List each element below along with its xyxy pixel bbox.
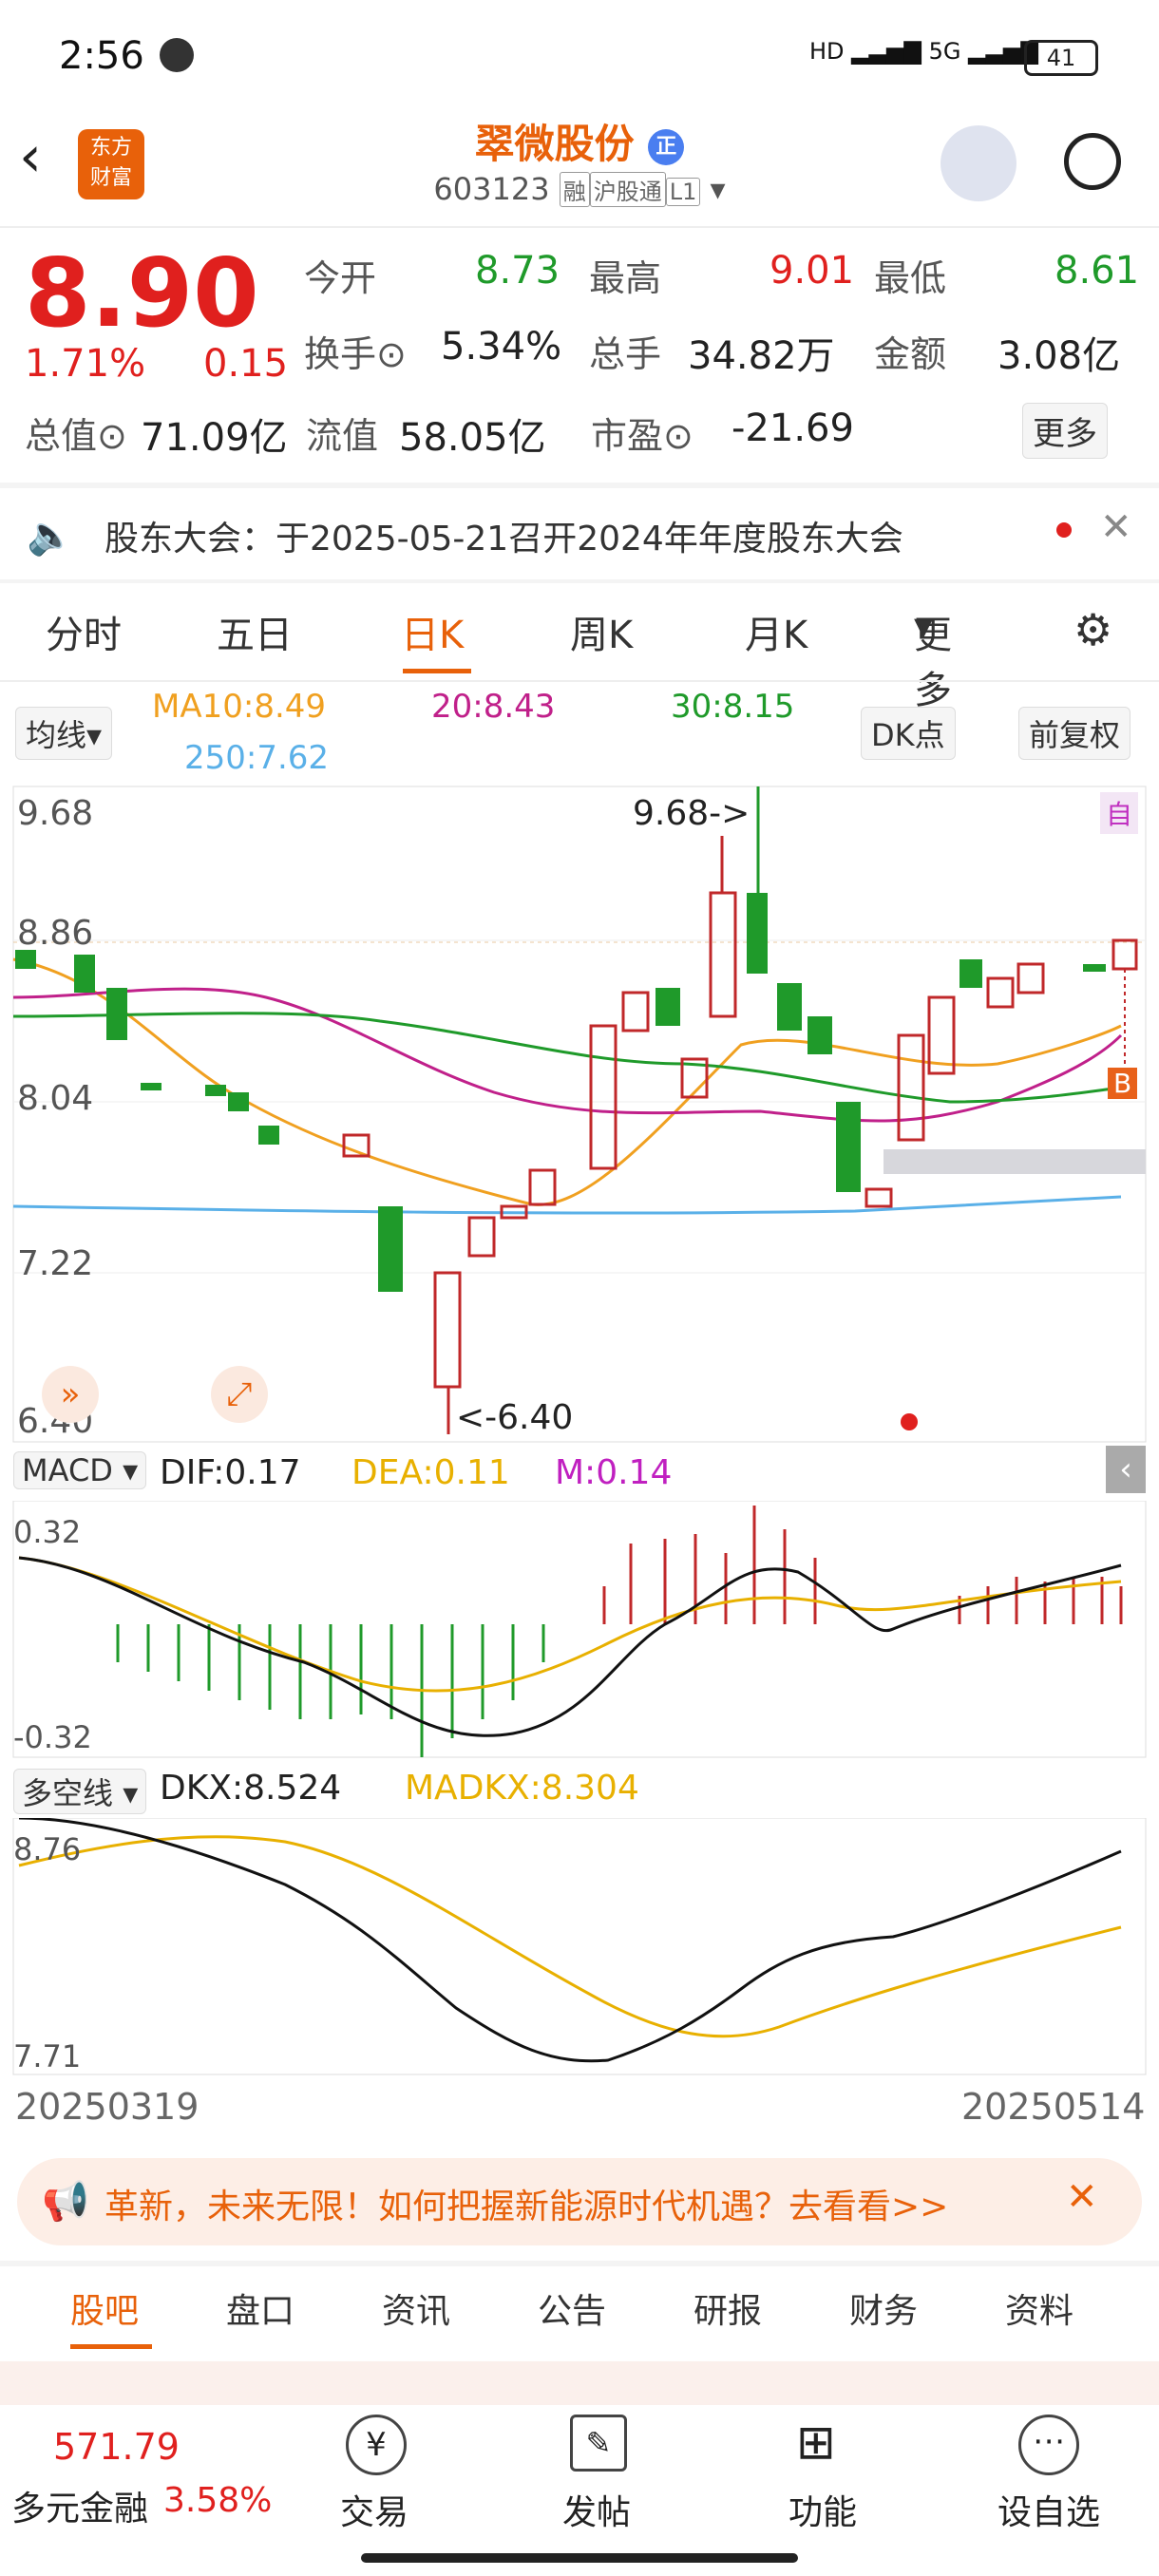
dkx-label: DKX:8.524 [160,1769,342,1808]
tab-gonggao[interactable]: 公告 [538,2283,606,2333]
ad-text: 革新，未来无限！如何把握新能源时代机遇？去看看>> [104,2188,949,2226]
event-dot [901,1413,918,1430]
dkx-chart [12,1818,1147,2075]
robot-avatar[interactable] [940,125,1016,201]
battery-icon: 41 [1024,40,1098,76]
buy-marker: B [1108,1068,1138,1099]
kline-chart[interactable] [0,779,1159,1444]
change-amount: 0.15 [203,342,289,386]
speaker-icon: 🔈 [27,514,74,558]
ma10-label: MA10:8.49 [152,688,327,726]
clock-icon [160,38,194,72]
current-price: 8.90 [25,237,259,349]
search-icon[interactable] [1064,133,1121,190]
tab-ziliao[interactable]: 资料 [1005,2283,1074,2333]
low-annotation: <-6.40 [456,1398,574,1437]
nav-function[interactable]: 功能 [788,2485,857,2534]
tab-pankou[interactable]: 盘口 [226,2283,294,2333]
nav-add-watchlist[interactable]: 设自选 [998,2485,1100,2534]
macd-ymin: -0.32 [13,1719,92,1755]
fuquan-button[interactable]: 前复权 [1018,707,1131,760]
ma30-label: 30:8.15 [671,688,795,726]
macd-chart [12,1501,1147,1758]
kchart-ymax: 9.68 [17,794,94,833]
kchart-y4: 7.22 [17,1244,94,1283]
gear-icon[interactable]: ⚙ [1074,604,1112,655]
tab-guba[interactable]: 股吧 [70,2283,139,2333]
megaphone-icon: 📢 [42,2180,89,2224]
tab-yuek[interactable]: 月K [745,604,808,659]
tab-fenshi[interactable]: 分时 [46,604,122,659]
tab-caiwu[interactable]: 财务 [849,2283,918,2333]
dkx-select[interactable]: 多空线 ▾ [13,1769,147,1814]
tab-yanbao[interactable]: 研报 [694,2283,762,2333]
madkx-label: MADKX:8.304 [405,1769,639,1808]
ma20-label: 20:8.43 [431,688,556,726]
nav-post[interactable]: 发帖 [562,2485,631,2534]
ad-banner[interactable]: 📢 革新，未来无限！如何把握新能源时代机遇？去看看>> ✕ [17,2158,1142,2245]
change-pct: 1.71% [25,342,146,386]
dif-label: DIF:0.17 [160,1453,301,1492]
ticker-value[interactable]: 571.79 [53,2426,180,2468]
bottom-bar: 571.79 多元金融 3.58% ¥ 交易 ✎ 发帖 ⊞ 功能 ⋯ 设自选 [0,2405,1159,2576]
self-select-tag: 自 [1100,792,1139,834]
kchart-y3: 8.04 [17,1079,94,1118]
badge: 正 [648,128,685,165]
tab-zixun[interactable]: 资讯 [382,2283,450,2333]
nav-trade[interactable]: 交易 [340,2485,408,2534]
dkx-ymin: 7.71 [13,2038,82,2074]
dea-label: DEA:0.11 [352,1453,510,1492]
status-time: 2:56 [59,34,144,78]
guba-underline [70,2344,152,2349]
kchart-y2: 8.86 [17,914,94,953]
date-start: 20250319 [15,2086,200,2128]
macd-select[interactable]: MACD ▾ [13,1451,147,1489]
ma250-label: 250:7.62 [184,739,330,777]
period-tabs: 分时 五日 日K 周K 月K 更多 ▾ ⚙ [0,604,1159,712]
high-annotation: 9.68-> [633,794,750,833]
tab-rik[interactable]: 日K [401,604,464,659]
date-end: 20250514 [961,2086,1146,2128]
content-tabs: 股吧 盘口 资讯 公告 研报 财务 资料 [0,2283,1159,2359]
ma-select[interactable]: 均线▾ [15,707,113,760]
trade-icon[interactable]: ¥ [346,2415,407,2475]
close-icon[interactable]: ✕ [1100,505,1132,549]
post-icon[interactable]: ✎ [570,2415,627,2472]
function-icon[interactable]: ⊞ [796,2415,836,2470]
fullscreen-icon[interactable]: ⤢ [211,1366,268,1423]
dk-point-button[interactable]: DK点 [861,707,956,760]
macd-ymax: 0.32 [13,1514,82,1550]
expand-icon[interactable]: » [42,1366,99,1423]
tab-zhouk[interactable]: 周K [570,604,633,659]
tab-more[interactable]: 更多 ▾ [914,604,952,712]
more-button[interactable]: 更多 [1022,403,1108,459]
ticker-name[interactable]: 多元金融 [11,2481,148,2530]
ticker-pct: 3.58% [163,2481,273,2520]
notice-dot [1056,522,1072,538]
signal-icons: HD ▂▃▅▇ 5G ▂▃▅▇ [809,38,1038,65]
dkx-ymax: 8.76 [13,1831,82,1867]
ad-close-icon[interactable]: ✕ [1066,2175,1098,2219]
m-label: M:0.14 [555,1453,673,1492]
notice-text[interactable]: 股东大会：于2025-05-21召开2024年年度股东大会 [104,511,903,560]
home-indicator [361,2553,798,2563]
more-icon[interactable]: ⋯ [1018,2415,1079,2475]
tab-underline [403,669,471,673]
tab-wuri[interactable]: 五日 [217,604,293,659]
collapse-button[interactable]: ‹ [1106,1446,1146,1493]
